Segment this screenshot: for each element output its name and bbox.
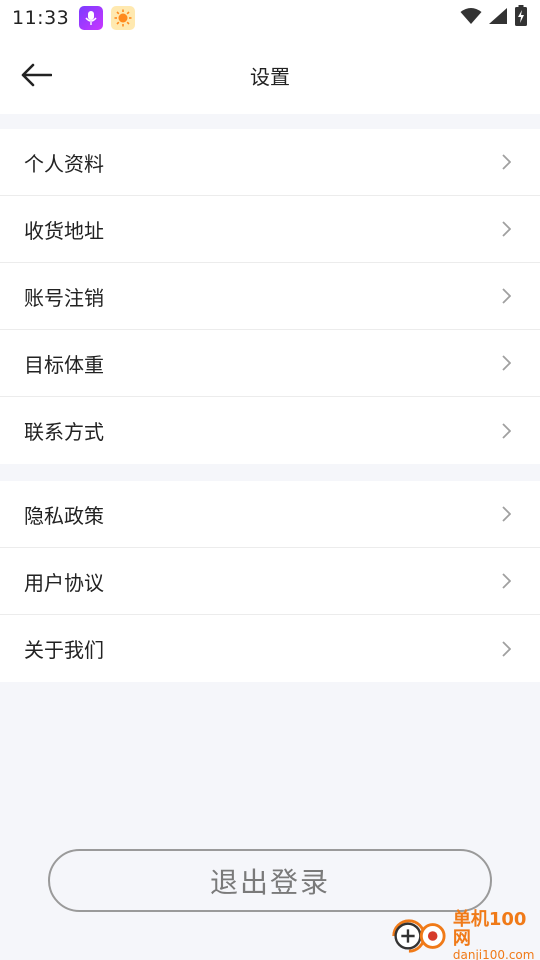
- chevron-right-icon: [496, 639, 516, 659]
- settings-item-label: 关于我们: [24, 638, 104, 662]
- settings-item-target-weight[interactable]: 目标体重: [0, 330, 540, 397]
- chevron-right-icon: [496, 571, 516, 591]
- wifi-icon: [460, 7, 482, 29]
- chevron-right-icon: [496, 421, 516, 441]
- watermark: 单机100网 danji100.com: [388, 908, 540, 960]
- status-time: 11:33: [12, 7, 70, 29]
- header: 设置: [0, 36, 540, 114]
- settings-item-label: 目标体重: [24, 352, 104, 377]
- status-bar: 11:33: [0, 0, 540, 36]
- page-title: 设置: [250, 64, 290, 89]
- settings-item-profile[interactable]: 个人资料: [0, 129, 540, 196]
- settings-item-contact[interactable]: 联系方式: [0, 397, 540, 464]
- settings-item-delete-account[interactable]: 账号注销: [0, 263, 540, 330]
- watermark-logo-icon: [392, 919, 446, 953]
- settings-item-label: 收货地址: [24, 218, 104, 243]
- watermark-cn: 单机100网: [452, 908, 527, 950]
- settings-group-account: 个人资料 收货地址 账号注销 目标体重 联系方式: [0, 129, 540, 464]
- settings-item-user-agreement[interactable]: 用户协议: [0, 548, 540, 615]
- settings-item-label: 隐私政策: [24, 503, 104, 528]
- chevron-right-icon: [496, 504, 516, 524]
- back-button[interactable]: [18, 60, 54, 90]
- signal-icon: [488, 7, 508, 29]
- chevron-right-icon: [496, 152, 516, 172]
- settings-item-label: 账号注销: [24, 285, 104, 310]
- settings-group-about: 隐私政策 用户协议 关于我们: [0, 481, 540, 682]
- chevron-right-icon: [496, 353, 516, 373]
- settings-item-address[interactable]: 收货地址: [0, 196, 540, 263]
- logout-label: 退出登录: [209, 865, 330, 899]
- settings-item-about-us[interactable]: 关于我们: [0, 615, 540, 682]
- chevron-right-icon: [496, 286, 516, 306]
- settings-item-privacy-policy[interactable]: 隐私政策: [0, 481, 540, 548]
- status-right: [460, 5, 528, 31]
- sun-app-icon: [111, 6, 136, 30]
- watermark-en: danji100.com: [452, 948, 535, 960]
- settings-item-label: 联系方式: [24, 420, 104, 444]
- back-arrow-icon: [21, 63, 52, 87]
- settings-item-label: 个人资料: [24, 151, 104, 176]
- chevron-right-icon: [496, 219, 516, 239]
- battery-icon: [514, 5, 528, 31]
- settings-item-label: 用户协议: [24, 570, 104, 595]
- mic-app-icon: [79, 6, 104, 30]
- watermark-text: 单机100网 danji100.com: [452, 908, 540, 960]
- logout-button[interactable]: 退出登录: [48, 849, 492, 912]
